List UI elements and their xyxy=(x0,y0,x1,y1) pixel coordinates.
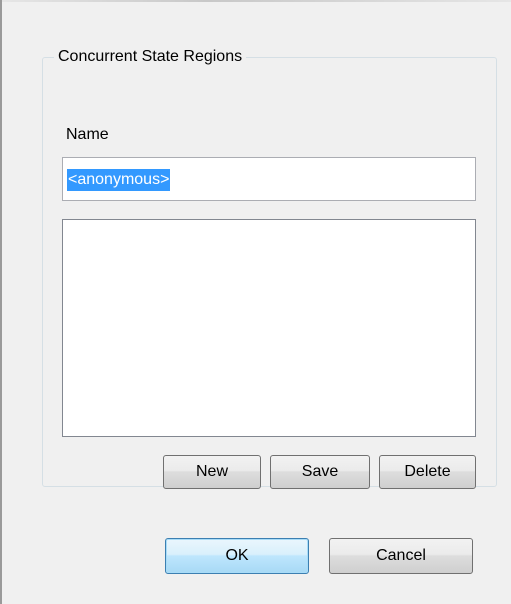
new-button[interactable]: New xyxy=(163,455,261,489)
dialog-top-edge xyxy=(2,0,511,2)
regions-listbox[interactable] xyxy=(62,219,476,437)
groupbox-title: Concurrent State Regions xyxy=(54,46,247,68)
save-button[interactable]: Save xyxy=(270,455,370,489)
concurrent-state-regions-dialog: Concurrent State Regions Name <anonymous… xyxy=(0,0,511,604)
delete-button[interactable]: Delete xyxy=(379,455,476,489)
cancel-button[interactable]: Cancel xyxy=(329,538,473,574)
name-label: Name xyxy=(66,126,109,143)
name-input[interactable]: <anonymous> xyxy=(62,157,476,201)
ok-button[interactable]: OK xyxy=(165,538,309,574)
name-input-selected-text: <anonymous> xyxy=(67,169,171,191)
